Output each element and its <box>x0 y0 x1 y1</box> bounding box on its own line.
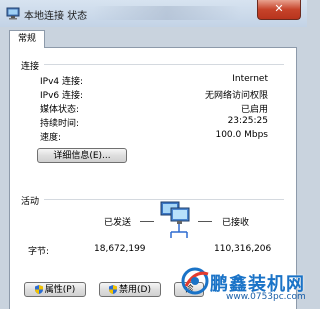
media-state-label: 媒体状态: <box>40 105 80 115</box>
sent-label: 已发送 <box>104 218 132 228</box>
watermark-url: www.0753pc.com <box>226 292 306 302</box>
connection-divider <box>44 64 284 65</box>
network-activity-icon <box>160 201 190 238</box>
ipv4-label: IPv4 连接: <box>40 77 84 87</box>
uac-shield-icon <box>109 285 118 294</box>
disable-button[interactable]: 禁用(D) <box>99 282 161 297</box>
speed-value: 100.0 Mbps <box>215 130 268 140</box>
ipv6-label: IPv6 连接: <box>40 91 84 101</box>
disable-label: 禁用(D) <box>119 285 151 295</box>
properties-button[interactable]: 属性(P) <box>24 282 86 297</box>
title-blur <box>92 6 242 20</box>
properties-label: 属性(P) <box>44 285 76 295</box>
sent-line <box>140 221 154 222</box>
network-connection-icon <box>6 7 20 20</box>
watermark-logo-icon <box>181 267 209 295</box>
bytes-received-value: 110,316,206 <box>214 244 272 254</box>
duration-value: 23:25:25 <box>227 116 268 126</box>
duration-label: 持续时间: <box>40 119 80 129</box>
details-button[interactable]: 详细信息(E)... <box>37 148 127 163</box>
received-line <box>198 221 212 222</box>
uac-shield-icon <box>34 285 43 294</box>
connection-heading: 连接 <box>21 62 40 72</box>
tab-general[interactable]: 常规 <box>9 30 45 48</box>
bytes-sent-value: 18,672,199 <box>94 244 146 254</box>
bytes-label: 字节: <box>28 247 50 257</box>
ipv4-value: Internet <box>232 74 268 84</box>
ipv6-value: 无网络访问权限 <box>204 91 268 101</box>
close-button[interactable]: ✕ <box>257 0 301 20</box>
activity-heading: 活动 <box>21 197 40 207</box>
speed-label: 速度: <box>40 133 62 143</box>
received-label: 已接收 <box>222 218 250 228</box>
media-state-value: 已启用 <box>240 105 268 115</box>
title-bar: 本地连接 状态 ✕ <box>0 0 307 27</box>
window-title: 本地连接 状态 <box>24 11 88 22</box>
